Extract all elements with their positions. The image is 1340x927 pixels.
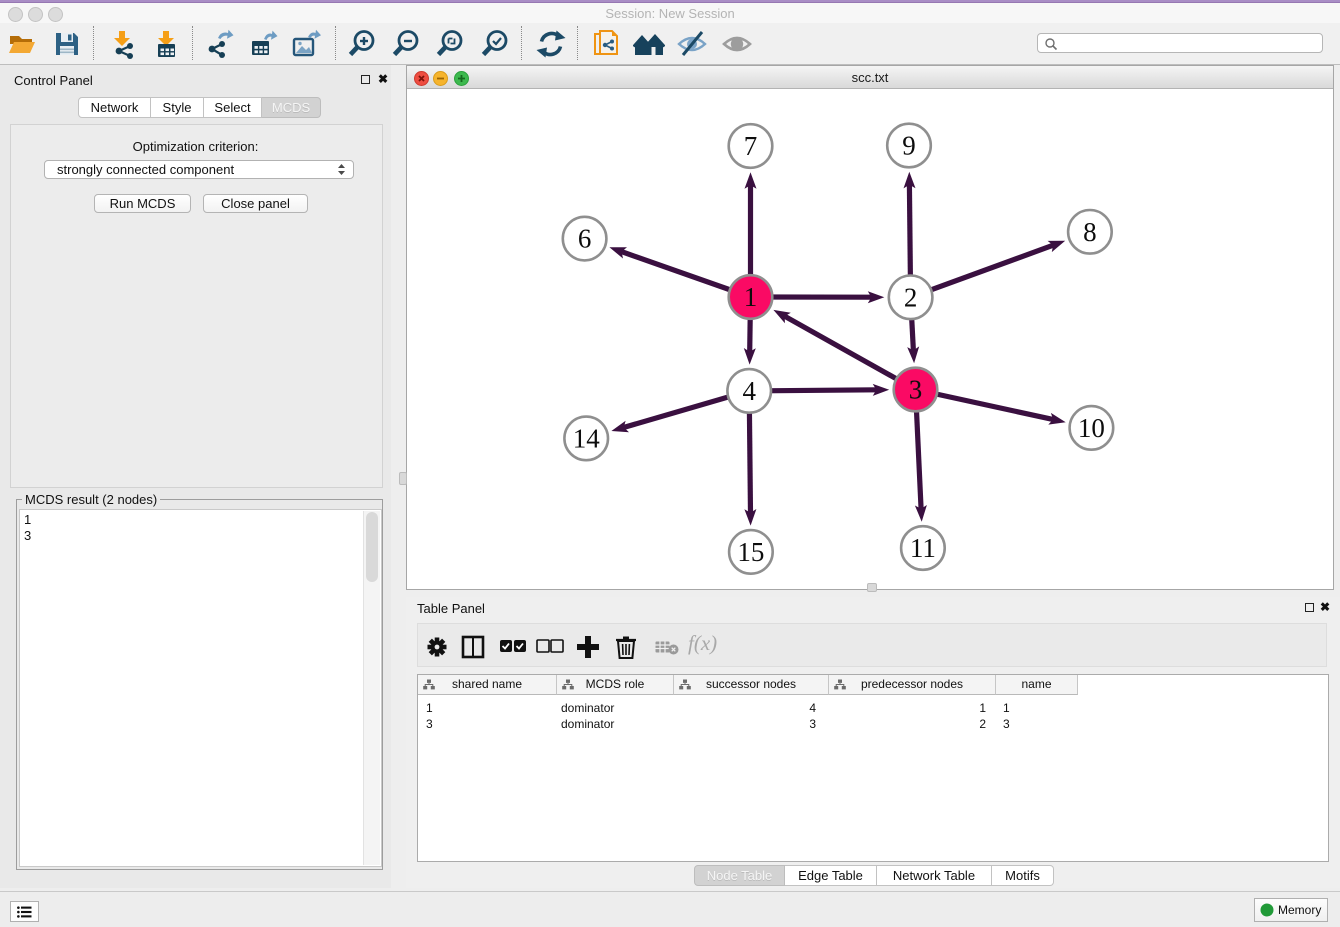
svg-text:15: 15 xyxy=(737,537,764,567)
svg-text:9: 9 xyxy=(902,131,916,161)
svg-text:11: 11 xyxy=(910,533,936,563)
svg-text:1: 1 xyxy=(744,282,758,312)
svg-text:3: 3 xyxy=(909,375,923,405)
svg-text:8: 8 xyxy=(1083,217,1097,247)
svg-text:7: 7 xyxy=(744,131,758,161)
svg-text:14: 14 xyxy=(573,423,601,453)
svg-text:4: 4 xyxy=(742,376,756,406)
svg-text:10: 10 xyxy=(1078,413,1105,443)
svg-text:6: 6 xyxy=(578,224,592,254)
svg-text:2: 2 xyxy=(904,282,918,312)
